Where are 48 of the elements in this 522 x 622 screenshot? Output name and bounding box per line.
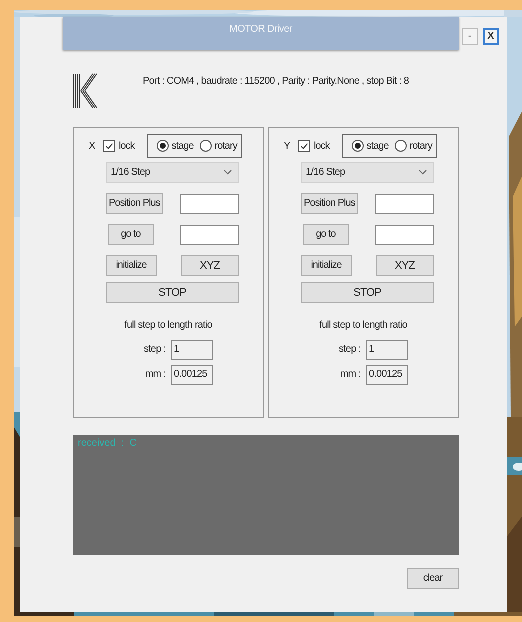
close-button[interactable]: X <box>483 28 499 45</box>
step-field[interactable]: 1 <box>171 340 213 360</box>
input-field[interactable] <box>180 224 239 244</box>
initialize-button[interactable]: initialize <box>106 255 157 276</box>
ratio-title: full step to length ratio <box>318 320 408 331</box>
radio-label: rotary <box>214 140 238 152</box>
position-plus-button[interactable]: Position Plus <box>106 193 164 214</box>
clear-button[interactable]: clear <box>407 568 459 589</box>
stop-button[interactable]: STOP <box>301 282 434 303</box>
mm-field[interactable]: 0.00125 <box>171 364 213 384</box>
mm-label: mm : <box>144 369 166 380</box>
step-label: step : <box>142 344 166 355</box>
position-plus-button[interactable]: Position Plus <box>301 193 358 214</box>
chevron-icon <box>419 170 427 175</box>
minimize-button[interactable]: - <box>462 28 478 45</box>
chevron-icon <box>224 170 232 175</box>
lock-label: lock <box>314 140 330 152</box>
ratio-title: full step to length ratio <box>124 320 214 331</box>
step-label: step : <box>338 344 361 355</box>
xyz-button[interactable]: XYZ <box>181 255 239 276</box>
mm-label: mm : <box>339 369 361 380</box>
checkbox[interactable] <box>103 140 115 152</box>
mm-field[interactable]: 0.00125 <box>366 364 408 384</box>
lock-label: lock <box>119 140 135 152</box>
radio-label: stage <box>366 140 389 152</box>
go-to-button[interactable]: go to <box>108 224 154 245</box>
axis-label: X <box>89 140 97 152</box>
initialize-button[interactable]: initialize <box>301 255 352 276</box>
go-to-button[interactable]: go to <box>303 224 349 245</box>
radio-button[interactable] <box>394 140 407 152</box>
radio-label: stage <box>172 140 194 152</box>
input-field[interactable] <box>375 194 434 214</box>
radio-button[interactable] <box>200 140 212 152</box>
checkbox[interactable] <box>298 140 310 152</box>
xyz-button[interactable]: XYZ <box>376 255 434 276</box>
console-line: received : C <box>78 438 137 449</box>
input-field[interactable] <box>180 194 239 214</box>
window-title: MOTOR Driver <box>230 24 292 36</box>
input-field[interactable] <box>375 224 434 244</box>
stop-button[interactable]: STOP <box>106 282 239 303</box>
axis-label: Y <box>284 140 292 152</box>
radio-button[interactable] <box>156 140 169 152</box>
step-dropdown[interactable]: 1/16 Step <box>106 162 239 183</box>
connection-info: Port : COM4 , baudrate : 115200 , Parity : Parity.None , stop Bit : 8 <box>143 76 410 88</box>
radio-button[interactable] <box>352 140 364 152</box>
step-field[interactable]: 1 <box>366 340 408 360</box>
step-dropdown[interactable]: 1/16 Step <box>301 162 434 183</box>
radio-label: rotary <box>410 140 432 152</box>
